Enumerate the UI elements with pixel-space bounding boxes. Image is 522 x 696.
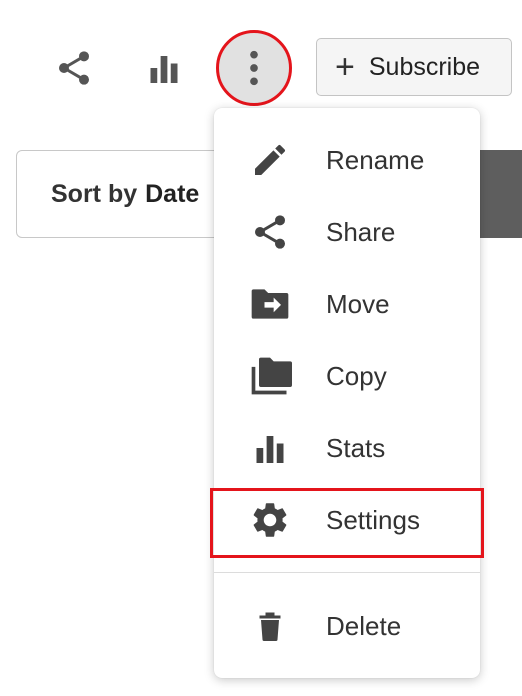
gear-icon (246, 496, 294, 544)
plus-icon: + (335, 48, 355, 86)
bar-chart-icon (150, 56, 178, 83)
share-icon (246, 208, 294, 256)
menu-item-copy[interactable]: Copy (214, 340, 480, 412)
context-menu: Rename Share Move Copy Stats Settings De… (214, 108, 480, 678)
sort-prefix: Sort by (51, 179, 138, 208)
menu-item-label: Share (326, 216, 396, 247)
copy-folders-icon (246, 352, 294, 400)
menu-item-delete[interactable]: Delete (214, 590, 480, 662)
menu-item-stats[interactable]: Stats (214, 412, 480, 484)
subscribe-label: Subscribe (368, 52, 481, 81)
menu-item-share[interactable]: Share (214, 196, 480, 268)
pencil-icon (246, 136, 294, 184)
share-button[interactable] (36, 30, 112, 106)
menu-item-label: Delete (326, 610, 402, 641)
menu-item-rename[interactable]: Rename (214, 124, 480, 196)
more-vertical-icon (250, 50, 258, 86)
menu-item-label: Rename (326, 144, 425, 175)
menu-item-label: Move (326, 288, 390, 319)
more-options-button[interactable] (216, 30, 292, 106)
menu-item-settings[interactable]: Settings (214, 484, 480, 556)
background-panel (478, 150, 522, 238)
folder-move-icon (246, 280, 294, 328)
menu-item-move[interactable]: Move (214, 268, 480, 340)
sort-value: Date (145, 179, 200, 208)
menu-divider (214, 572, 480, 573)
menu-item-label: Settings (326, 504, 420, 535)
bar-chart-icon (246, 424, 294, 472)
share-icon (59, 51, 89, 85)
trash-icon (246, 602, 294, 650)
subscribe-button[interactable]: + Subscribe (316, 38, 512, 96)
stats-button[interactable] (126, 30, 202, 106)
page: + Subscribe Sort by Date Rename Share Mo… (0, 0, 522, 696)
menu-item-label: Stats (326, 432, 386, 463)
menu-item-label: Copy (326, 360, 387, 391)
